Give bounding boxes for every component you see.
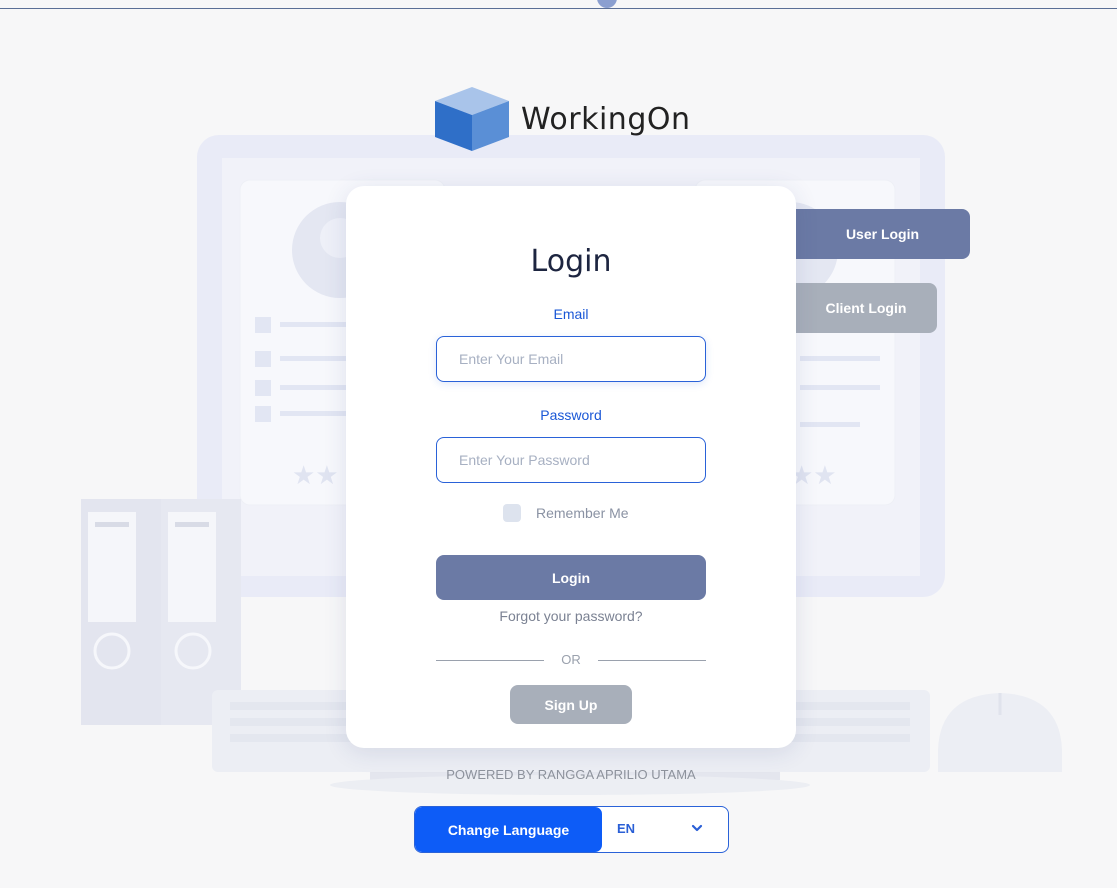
powered-by-text: POWERED BY RANGGA APRILIO UTAMA (446, 767, 696, 782)
page-title: Login (530, 244, 612, 279)
chevron-down-icon[interactable] (689, 820, 705, 836)
remember-me-label: Remember Me (536, 505, 629, 521)
or-divider: OR (436, 652, 706, 670)
password-label: Password (540, 407, 602, 423)
email-label: Email (553, 306, 589, 322)
user-login-tab[interactable]: User Login (795, 209, 970, 259)
client-login-tab[interactable]: Client Login (795, 283, 937, 333)
login-card: Login Email Password Remember Me Login F… (346, 186, 796, 748)
sign-up-button[interactable]: Sign Up (510, 685, 632, 724)
language-select[interactable]: EN (617, 821, 635, 836)
remember-me-checkbox[interactable] (503, 504, 521, 522)
login-button[interactable]: Login (436, 555, 706, 600)
svg-text:★★: ★★ (790, 461, 837, 491)
email-field[interactable] (436, 336, 706, 382)
password-field[interactable] (436, 437, 706, 483)
brand-name: WorkingOn (521, 101, 691, 137)
change-language-button[interactable]: Change Language (415, 807, 602, 852)
divider-line-right (598, 660, 706, 661)
brand-logo: WorkingOn (433, 84, 691, 154)
remember-me: Remember Me (503, 504, 629, 522)
svg-text:★★: ★★ (292, 461, 339, 491)
cube-logo-icon (435, 87, 509, 151)
forgot-password-link[interactable]: Forgot your password? (346, 608, 796, 624)
language-selector: Change Language EN (414, 806, 729, 853)
